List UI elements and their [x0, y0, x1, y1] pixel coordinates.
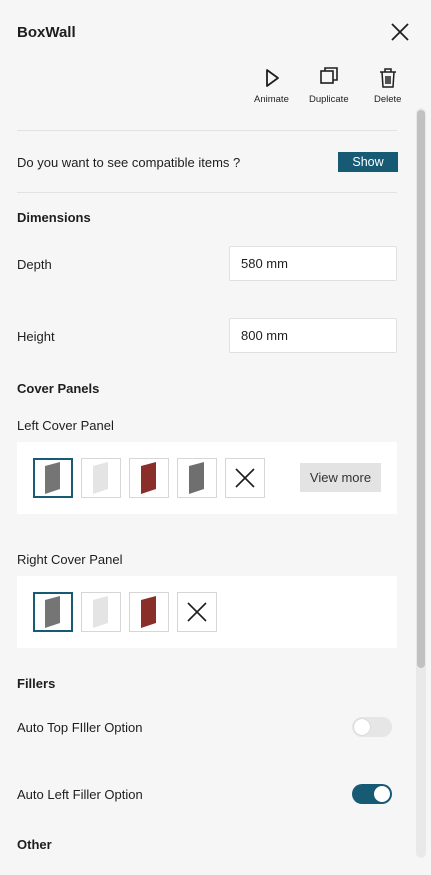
divider: [17, 130, 397, 131]
left-swatch-light-grey[interactable]: [81, 458, 121, 498]
left-swatch-dark-grey[interactable]: [33, 458, 73, 498]
panel-dark-grey-icon: [45, 596, 60, 628]
compatible-items-question: Do you want to see compatible items ?: [17, 155, 241, 170]
panel-light-grey-icon: [93, 462, 108, 494]
left-swatch-medium-grey[interactable]: [177, 458, 217, 498]
right-swatch-red[interactable]: [129, 592, 169, 632]
auto-left-filler-toggle[interactable]: [352, 784, 392, 804]
none-x-icon: [235, 468, 255, 488]
depth-label: Depth: [17, 257, 52, 272]
panel-title: BoxWall: [17, 24, 76, 41]
play-icon: [266, 69, 280, 87]
auto-top-filler-toggle[interactable]: [352, 717, 392, 737]
delete-label: Delete: [374, 94, 402, 105]
left-swatch-red[interactable]: [129, 458, 169, 498]
toggle-knob: [354, 719, 370, 735]
auto-top-filler-label: Auto Top FIller Option: [17, 720, 143, 735]
height-input[interactable]: 800 mm: [229, 318, 397, 353]
panel-red-icon: [141, 596, 156, 628]
animate-label: Animate: [254, 94, 289, 105]
show-compatible-button[interactable]: Show: [338, 152, 398, 172]
panel-dark-grey-icon: [45, 462, 60, 494]
left-cover-panel-label: Left Cover Panel: [17, 418, 114, 433]
scrollbar-thumb[interactable]: [417, 110, 425, 668]
dimensions-heading: Dimensions: [17, 210, 91, 225]
right-swatch-none[interactable]: [177, 592, 217, 632]
duplicate-button[interactable]: Duplicate: [309, 66, 349, 105]
auto-left-filler-label: Auto Left Filler Option: [17, 787, 143, 802]
panel-red-icon: [141, 462, 156, 494]
toggle-knob: [374, 786, 390, 802]
duplicate-label: Duplicate: [309, 94, 349, 105]
delete-button[interactable]: Delete: [374, 66, 401, 105]
boxwall-properties-panel: BoxWall Animate Duplicate Delete Do you …: [0, 0, 431, 875]
height-label: Height: [17, 329, 55, 344]
duplicate-icon: [319, 67, 338, 84]
cover-panels-heading: Cover Panels: [17, 381, 100, 396]
panel-medium-grey-icon: [189, 462, 204, 494]
animate-button[interactable]: Animate: [254, 66, 289, 105]
divider: [17, 192, 397, 193]
other-heading: Other: [17, 837, 52, 852]
right-swatch-dark-grey[interactable]: [33, 592, 73, 632]
trash-icon: [379, 68, 396, 88]
left-swatch-none[interactable]: [225, 458, 265, 498]
depth-input[interactable]: 580 mm: [229, 246, 397, 281]
right-swatch-light-grey[interactable]: [81, 592, 121, 632]
view-more-button[interactable]: View more: [300, 463, 381, 492]
fillers-heading: Fillers: [17, 676, 56, 691]
close-icon[interactable]: [388, 20, 412, 44]
right-cover-panel-label: Right Cover Panel: [17, 552, 123, 567]
none-x-icon: [187, 602, 207, 622]
panel-light-grey-icon: [93, 596, 108, 628]
